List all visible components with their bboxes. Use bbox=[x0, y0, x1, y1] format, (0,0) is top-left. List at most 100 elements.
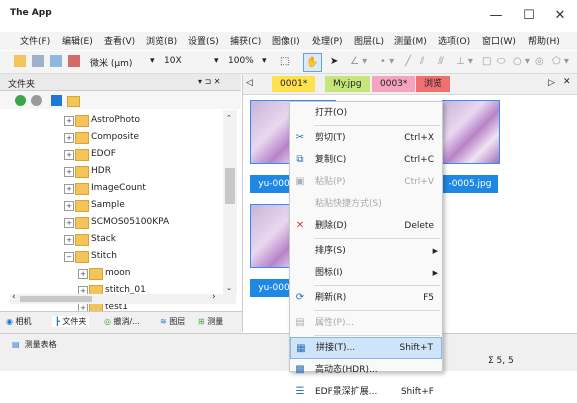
tab-folder[interactable]: ┣ 文件夹 bbox=[52, 316, 90, 327]
objective-dropdown-icon[interactable]: ▾ bbox=[214, 56, 219, 66]
tree-expander-icon[interactable]: + bbox=[64, 201, 74, 211]
unit-dropdown-icon[interactable]: ▾ bbox=[150, 56, 155, 66]
context-menu-item[interactable]: 图标(I) ▶ bbox=[290, 262, 442, 284]
menu-item-4[interactable]: 设置(S) bbox=[188, 34, 219, 47]
polygon-icon[interactable]: ⬠ ▾ bbox=[552, 56, 569, 67]
forward-icon[interactable] bbox=[31, 95, 42, 106]
ellipse-icon[interactable]: ⬭ bbox=[497, 56, 506, 67]
line-icon[interactable]: ╱ bbox=[405, 56, 411, 67]
context-menu-item[interactable]: ✕ 删除(D) Delete bbox=[290, 215, 442, 237]
open-folder-icon[interactable] bbox=[14, 55, 26, 67]
context-menu-item[interactable]: 排序(S) ▶ bbox=[290, 240, 442, 262]
objective-select[interactable]: 10X bbox=[164, 56, 182, 66]
hscroll-thumb[interactable] bbox=[20, 296, 92, 302]
tree-expander-icon[interactable]: + bbox=[64, 218, 74, 228]
tab-scroll-left-icon[interactable]: ◁ bbox=[246, 78, 253, 88]
context-menu-item[interactable]: ✂ 剪切(T) Ctrl+X bbox=[290, 127, 442, 149]
doc-tab-2[interactable]: 0003* bbox=[372, 76, 416, 92]
context-menu-item[interactable]: ▦ 拼接(T)... Shift+T bbox=[290, 337, 442, 359]
menu-item-1[interactable]: 编辑(E) bbox=[62, 34, 93, 47]
point-icon[interactable]: • ▾ bbox=[380, 56, 394, 67]
tree-item[interactable]: + AstroPhoto bbox=[0, 113, 222, 130]
save-all-icon[interactable] bbox=[50, 55, 62, 67]
tree-item[interactable]: + SCMOS05100KPA bbox=[0, 215, 222, 232]
tree-item[interactable]: + Sample bbox=[0, 198, 222, 215]
tab-layers[interactable]: ≋ 图层 bbox=[160, 316, 185, 327]
tree-item[interactable]: + HDR bbox=[0, 164, 222, 181]
pan-hand-icon[interactable]: ✋ bbox=[303, 53, 322, 72]
tree-expander-icon[interactable]: + bbox=[64, 235, 74, 245]
back-icon[interactable] bbox=[15, 95, 26, 106]
pointer-icon[interactable]: ➤ bbox=[330, 56, 338, 67]
tree-item[interactable]: + Stack bbox=[0, 232, 222, 249]
tree-item[interactable]: + moon bbox=[0, 266, 222, 283]
scroll-thumb[interactable] bbox=[225, 168, 235, 204]
context-menu-item[interactable]: 打开(O) bbox=[290, 102, 442, 124]
rect-select-icon[interactable]: ⬚ bbox=[280, 56, 289, 67]
context-menu-item[interactable]: ▩ 高动态(HDR)... bbox=[290, 359, 442, 381]
save-icon[interactable] bbox=[32, 55, 44, 67]
tree-item[interactable]: − Stitch bbox=[0, 249, 222, 266]
scroll-right-icon[interactable]: › bbox=[212, 292, 216, 302]
tab-measure[interactable]: ⊞ 测量 bbox=[198, 316, 223, 327]
menu-item-9[interactable]: 测量(M) bbox=[394, 34, 427, 47]
minimize-button[interactable]: — bbox=[482, 6, 510, 26]
tree-item[interactable]: + Composite bbox=[0, 130, 222, 147]
tree-expander-icon[interactable]: + bbox=[78, 269, 88, 279]
tab-scroll-right-icon[interactable]: ▷ bbox=[548, 78, 555, 88]
menu-item-10[interactable]: 选项(O) bbox=[438, 34, 470, 47]
tree-expander-icon[interactable]: + bbox=[64, 184, 74, 194]
close-document-icon[interactable]: ✕ bbox=[563, 77, 571, 87]
zoom-dropdown-icon[interactable]: ▾ bbox=[262, 56, 267, 66]
tree-expander-icon[interactable]: − bbox=[64, 252, 74, 262]
measure-table-tab[interactable]: ▤ 测量表格 bbox=[12, 339, 57, 350]
menu-item-6[interactable]: 图像(I) bbox=[272, 34, 300, 47]
zoom-select[interactable]: 100% bbox=[228, 56, 254, 66]
unit-select[interactable]: 微米 (µm) bbox=[90, 56, 132, 69]
menu-item-5[interactable]: 捕获(C) bbox=[230, 34, 261, 47]
circle-icon[interactable]: ○ ▾ bbox=[513, 56, 530, 67]
doc-tab-3[interactable]: 浏览 bbox=[416, 76, 451, 92]
maximize-button[interactable]: ☐ bbox=[515, 6, 543, 26]
panel-controls-icon[interactable]: ▾ ⊐ ✕ bbox=[198, 77, 221, 86]
context-menu-item[interactable]: ⟳ 刷新(R) F5 bbox=[290, 287, 442, 309]
multi-line-icon[interactable]: ⫻ bbox=[438, 56, 444, 67]
tree-expander-icon[interactable]: + bbox=[64, 116, 74, 126]
doc-tab-0[interactable]: 0001* bbox=[272, 76, 316, 92]
tab-camera[interactable]: ◉ 相机 bbox=[6, 316, 32, 327]
rectangle-icon[interactable]: □ bbox=[482, 56, 491, 67]
tree-item[interactable]: + EDOF bbox=[0, 147, 222, 164]
tree-item[interactable]: + ImageCount bbox=[0, 181, 222, 198]
menu-item-12[interactable]: 帮助(H) bbox=[528, 34, 560, 47]
context-menu-item[interactable]: ☰ EDF景深扩展... Shift+F bbox=[290, 381, 442, 403]
measure-icon: ⊞ bbox=[198, 317, 205, 326]
menu-item-0[interactable]: 文件(F) bbox=[20, 34, 50, 47]
menu-item-2[interactable]: 查看(V) bbox=[104, 34, 135, 47]
tree-expander-icon[interactable]: + bbox=[64, 150, 74, 160]
perpendicular-icon[interactable]: ⊥ ▾ bbox=[456, 56, 473, 67]
angle-icon[interactable]: ∠ ▾ bbox=[350, 56, 367, 67]
menu-item-8[interactable]: 图层(L) bbox=[354, 34, 384, 47]
context-menu-item[interactable]: ⧉ 复制(C) Ctrl+C bbox=[290, 149, 442, 171]
scroll-down-icon[interactable]: ⌄ bbox=[226, 284, 232, 292]
tree-item-label: HDR bbox=[91, 166, 111, 176]
thumbnail-image-2[interactable] bbox=[442, 100, 500, 164]
folder-icon bbox=[75, 115, 89, 127]
menu-item-3[interactable]: 浏览(B) bbox=[146, 34, 177, 47]
menu-item-11[interactable]: 窗口(W) bbox=[482, 34, 516, 47]
parallel-icon[interactable]: ⫽ bbox=[420, 56, 424, 67]
up-icon[interactable] bbox=[51, 95, 62, 106]
scroll-up-icon[interactable]: ⌃ bbox=[226, 114, 232, 122]
close-button[interactable]: ✕ bbox=[546, 6, 574, 26]
scroll-left-icon[interactable]: ‹ bbox=[12, 292, 16, 302]
folder-icon[interactable] bbox=[67, 96, 80, 107]
tree-expander-icon[interactable]: + bbox=[64, 133, 74, 143]
concentric-icon[interactable]: ◎ bbox=[535, 56, 544, 67]
tree-expander-icon[interactable]: + bbox=[64, 167, 74, 177]
tab-undo[interactable]: ◎ 撤消/... bbox=[104, 316, 140, 327]
context-menu-item: ▤ 属性(P)... bbox=[290, 312, 442, 334]
doc-tab-1[interactable]: My.jpg bbox=[325, 76, 370, 92]
status-sum: Σ 5, 5 bbox=[488, 356, 514, 366]
menu-item-7[interactable]: 处理(P) bbox=[312, 34, 342, 47]
capture-icon[interactable] bbox=[68, 55, 80, 67]
